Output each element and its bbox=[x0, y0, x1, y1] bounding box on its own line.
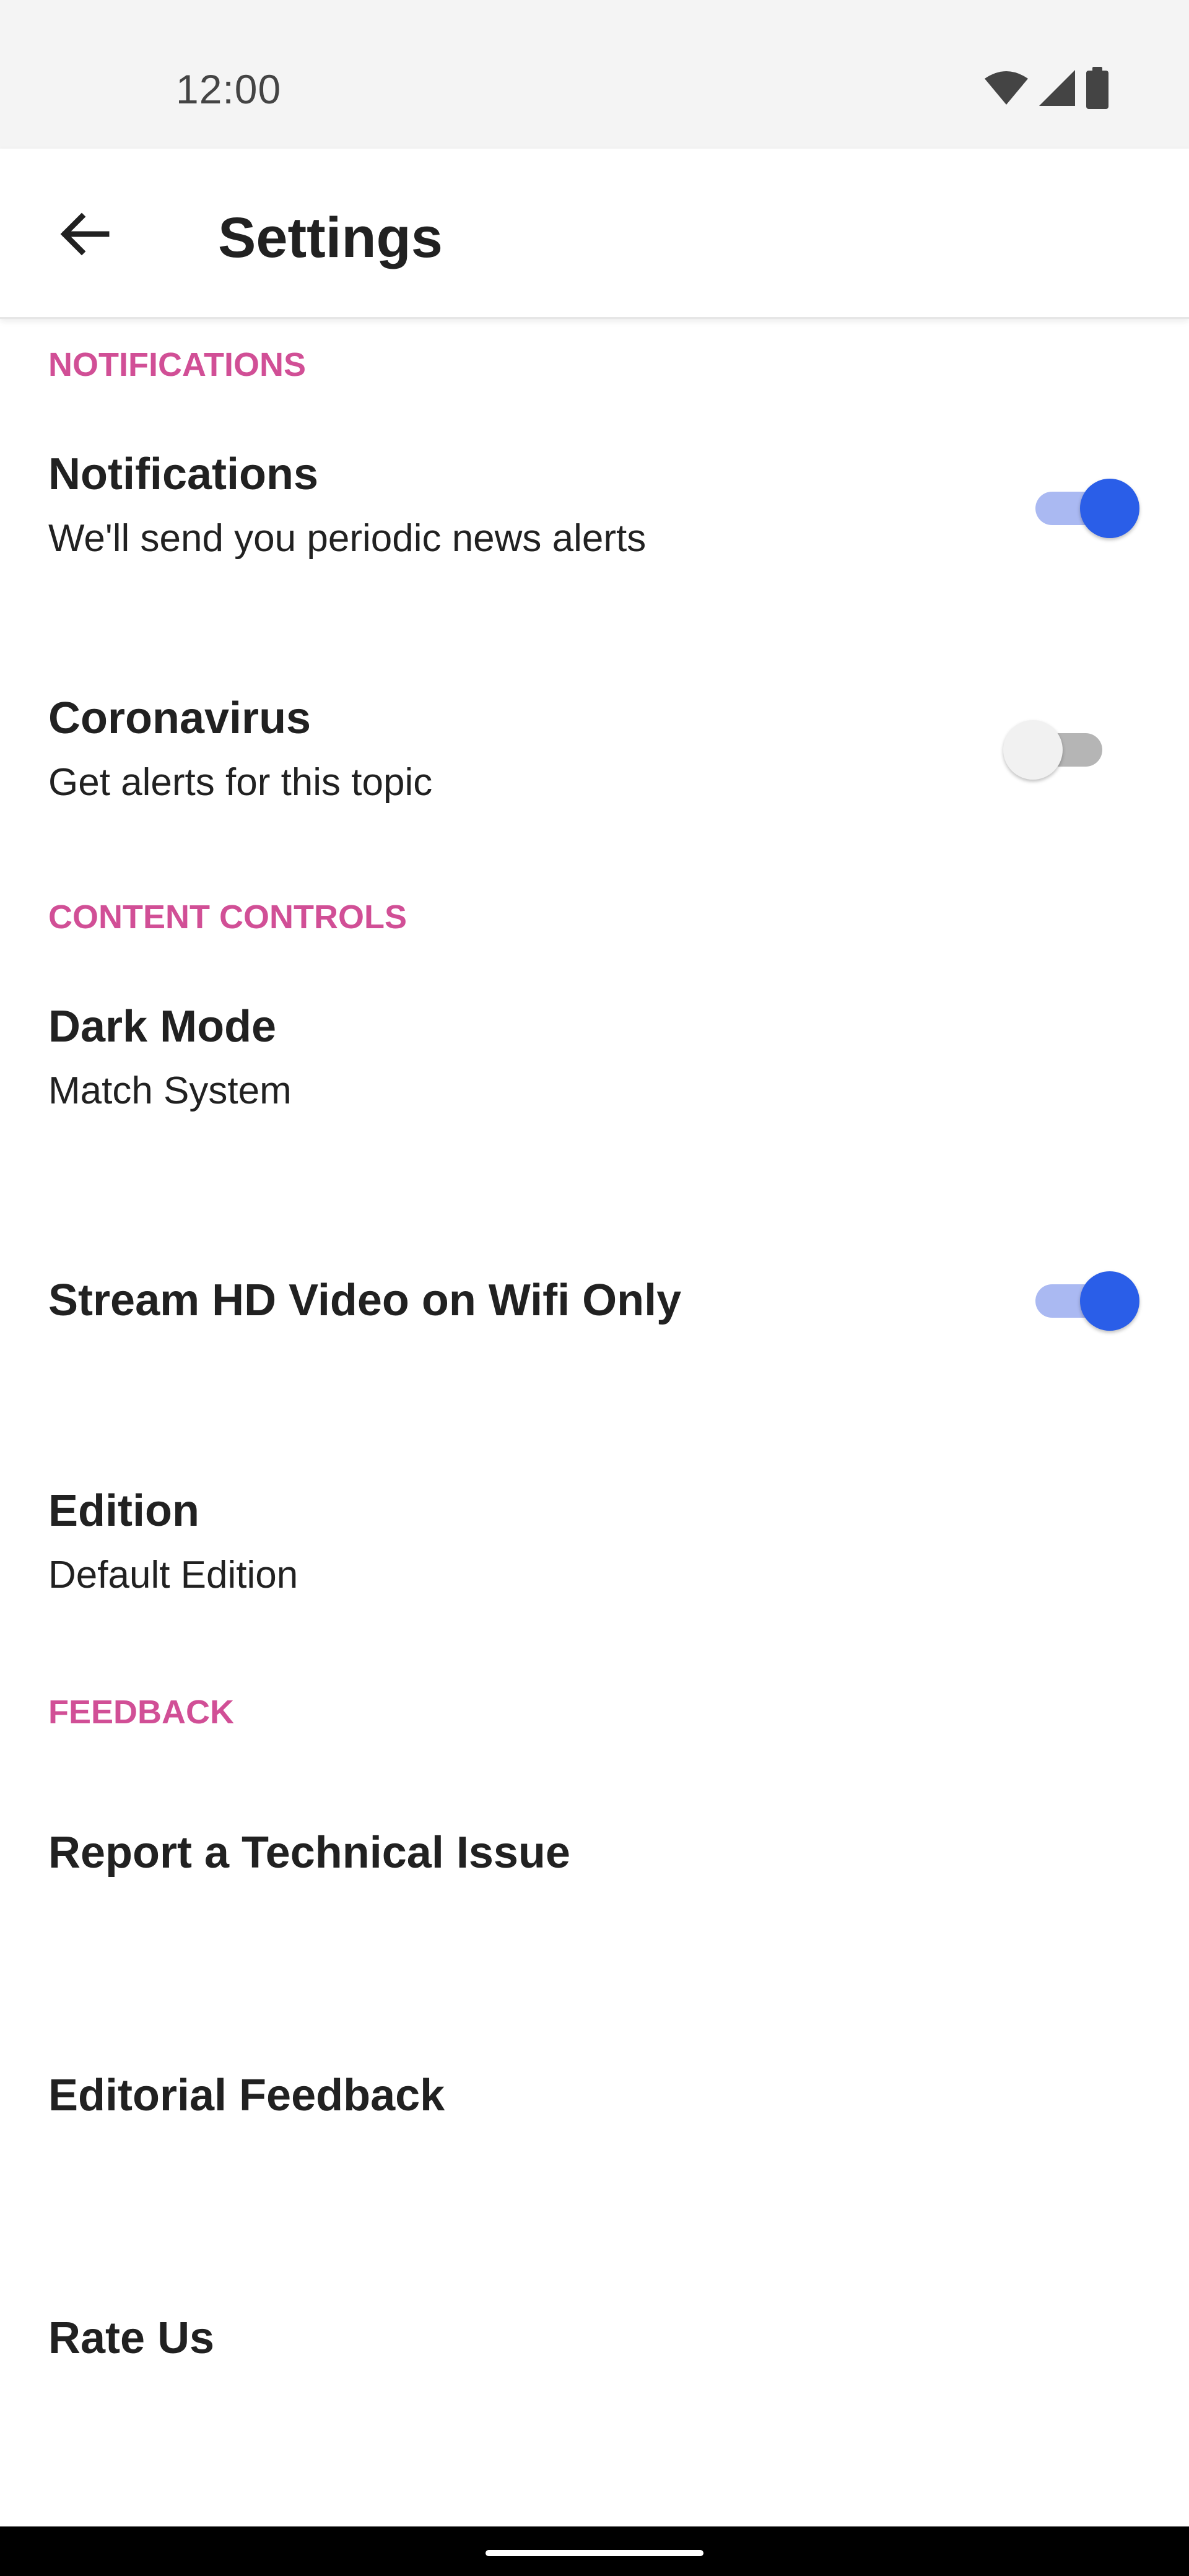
toggle-thumb bbox=[1080, 1271, 1139, 1331]
status-time: 12:00 bbox=[176, 66, 282, 112]
setting-row-report-issue[interactable]: Report a Technical Issue bbox=[0, 1759, 1189, 1944]
setting-row-edition[interactable]: Edition Default Edition bbox=[0, 1443, 1189, 1647]
setting-title: Rate Us bbox=[48, 2313, 215, 2363]
setting-row-notifications[interactable]: Notifications We'll send you periodic ne… bbox=[0, 409, 1189, 613]
setting-subtitle: Match System bbox=[48, 1069, 292, 1112]
setting-title: Editorial Feedback bbox=[48, 2071, 445, 2120]
section-header-feedback: FEEDBACK bbox=[48, 1694, 235, 1731]
signal-icon bbox=[1038, 69, 1076, 110]
page-title: Settings bbox=[218, 206, 443, 269]
setting-subtitle: Default Edition bbox=[48, 1554, 298, 1596]
setting-title: Dark Mode bbox=[48, 1002, 277, 1051]
notifications-toggle[interactable] bbox=[1028, 474, 1139, 542]
home-indicator[interactable] bbox=[486, 2550, 703, 2556]
setting-row-coronavirus[interactable]: Coronavirus Get alerts for this topic bbox=[0, 650, 1189, 855]
back-button[interactable] bbox=[47, 198, 121, 272]
battery-icon bbox=[1085, 66, 1110, 112]
navigation-bar bbox=[0, 2526, 1189, 2576]
coronavirus-toggle[interactable] bbox=[1003, 716, 1115, 784]
setting-row-rate-us[interactable]: Rate Us bbox=[0, 2242, 1189, 2427]
toggle-thumb bbox=[1080, 479, 1139, 538]
setting-row-stream-hd[interactable]: Stream HD Video on Wifi Only bbox=[0, 1201, 1189, 1406]
setting-title: Report a Technical Issue bbox=[48, 1828, 570, 1878]
setting-row-dark-mode[interactable]: Dark Mode Match System bbox=[0, 960, 1189, 1164]
setting-subtitle: We'll send you periodic news alerts bbox=[48, 517, 647, 560]
stream-hd-toggle[interactable] bbox=[1028, 1267, 1139, 1335]
toggle-thumb bbox=[1003, 720, 1063, 780]
status-icons bbox=[983, 66, 1110, 112]
setting-row-editorial-feedback[interactable]: Editorial Feedback bbox=[0, 2000, 1189, 2186]
app-bar: Settings bbox=[0, 149, 1189, 319]
setting-title: Stream HD Video on Wifi Only bbox=[48, 1276, 682, 1325]
arrow-left-icon bbox=[57, 207, 111, 264]
section-header-notifications: NOTIFICATIONS bbox=[48, 346, 306, 383]
setting-title: Edition bbox=[48, 1486, 199, 1536]
setting-title: Notifications bbox=[48, 450, 319, 499]
status-bar: 12:00 bbox=[0, 0, 1189, 149]
wifi-icon bbox=[983, 70, 1029, 109]
section-header-content-controls: CONTENT CONTROLS bbox=[48, 899, 407, 936]
setting-title: Coronavirus bbox=[48, 694, 311, 743]
setting-subtitle: Get alerts for this topic bbox=[48, 761, 433, 804]
